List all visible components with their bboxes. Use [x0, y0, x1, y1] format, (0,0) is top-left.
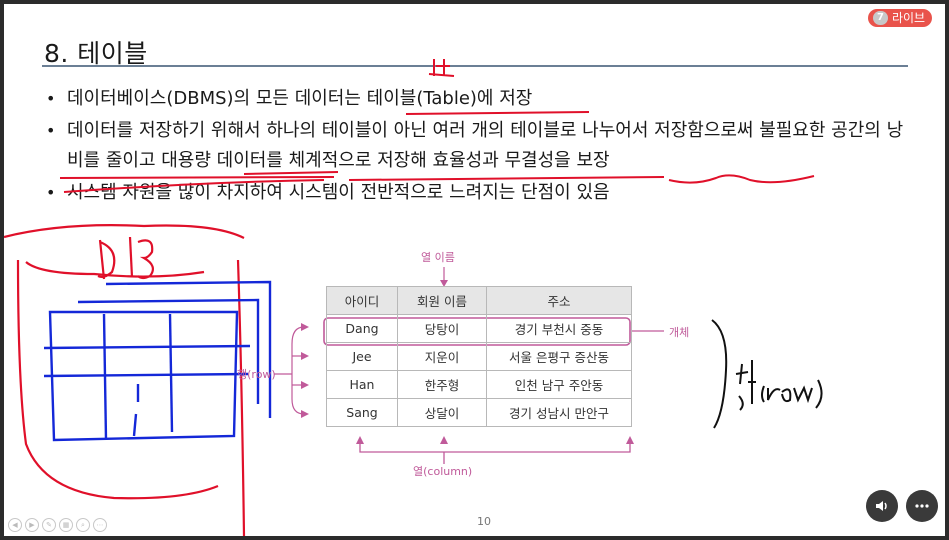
table-row: Jee 지운이 서울 은평구 증산동 [326, 342, 632, 371]
table-cell: Dang [326, 314, 398, 343]
table-row: Dang 당탕이 경기 부천시 중동 [326, 314, 632, 343]
table-cell: Sang [326, 398, 398, 427]
entity-label: 개체 [669, 326, 690, 339]
live-label: 라이브 [891, 11, 926, 25]
table-cell: 한주형 [397, 370, 487, 399]
row-brace [274, 326, 305, 415]
next-slide-icon[interactable]: ▶ [25, 518, 39, 532]
db-scribble [4, 224, 246, 536]
table-scribble [43, 280, 272, 442]
table-cell: Han [326, 370, 398, 399]
table-cell: 상달이 [397, 398, 487, 427]
table-cell: Jee [326, 342, 398, 371]
table-header: 아이디 [326, 286, 398, 315]
column-name-label: 열 이름 [421, 251, 455, 264]
arrowheads [356, 436, 634, 444]
more-button[interactable] [906, 490, 938, 522]
table-cell: 당탕이 [397, 314, 487, 343]
table-cell: 경기 부천시 중동 [486, 314, 632, 343]
table-cell: 지운이 [397, 342, 487, 371]
column-label: 열(column) [413, 465, 473, 478]
row-handwriting [711, 319, 823, 429]
member-table: 아이디 회원 이름 주소 Dang 당탕이 경기 부천시 중동 Jee 지운이 … [326, 286, 632, 427]
slide: 8. 테이블 데이터베이스(DBMS)의 모든 데이터는 테이블(Table)에… [4, 4, 945, 536]
table-cell: 인천 남구 주안동 [486, 370, 632, 399]
row-label: 행(row) [237, 368, 276, 381]
volume-button[interactable] [866, 490, 898, 522]
slides-icon[interactable]: ▦ [59, 518, 73, 532]
table-cell: 경기 성남시 만안구 [486, 398, 632, 427]
table-header: 주소 [486, 286, 632, 315]
live-count: 7 [873, 11, 888, 25]
prev-slide-icon[interactable]: ◀ [8, 518, 22, 532]
table-cell: 서울 은평구 증산동 [486, 342, 632, 371]
page-number: 10 [477, 515, 491, 528]
menu-icon[interactable]: ⋯ [93, 518, 107, 532]
table-header: 회원 이름 [397, 286, 487, 315]
zoom-icon[interactable]: ⌕ [76, 518, 90, 532]
table-header-row: 아이디 회원 이름 주소 [326, 286, 632, 315]
live-badge[interactable]: 7 라이브 [868, 9, 933, 27]
brace-arrowheads [301, 323, 309, 418]
volume-icon [876, 501, 887, 511]
table-row: Han 한주형 인천 남구 주안동 [326, 370, 632, 399]
red-underlines [59, 59, 815, 193]
column-bracket [359, 441, 631, 464]
slide-nav-controls: ◀ ▶ ✎ ▦ ⌕ ⋯ [8, 518, 107, 532]
table-row: Sang 상달이 경기 성남시 만안구 [326, 398, 632, 427]
diagram-graphics [4, 59, 823, 536]
more-icon [915, 504, 929, 508]
pen-icon[interactable]: ✎ [42, 518, 56, 532]
